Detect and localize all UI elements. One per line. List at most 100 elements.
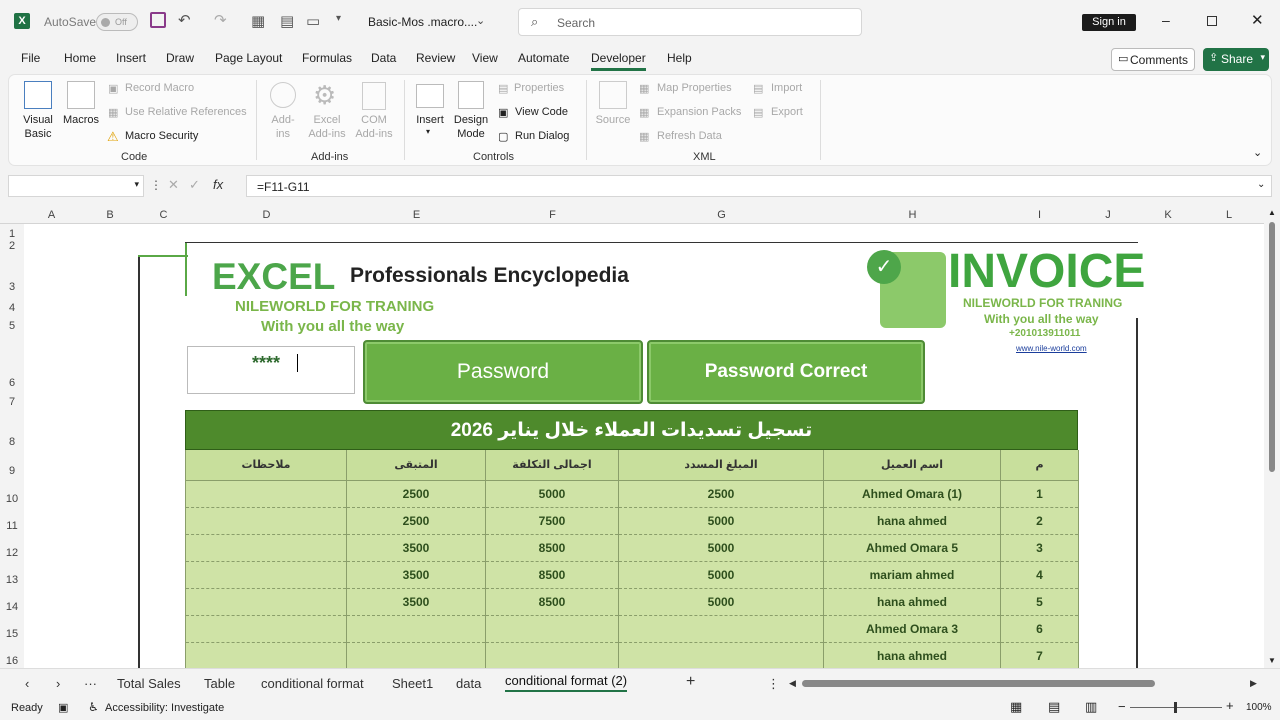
customize-qat-icon[interactable]: ▾ (336, 13, 341, 24)
expansion-packs-button[interactable]: Expansion Packs (657, 106, 741, 118)
worksheet[interactable]: EXCEL Professionals Encyclopedia NILEWOR… (24, 224, 1264, 668)
row-header[interactable]: 9 (0, 465, 24, 477)
addins-button[interactable]: Add-ins (265, 113, 301, 141)
zoom-slider-thumb[interactable] (1174, 702, 1177, 713)
cell-remaining[interactable]: 3500 (346, 561, 486, 589)
new-doc-icon[interactable]: ▤ (280, 12, 294, 30)
cell-number[interactable]: 1 (1000, 480, 1079, 508)
cell-paid[interactable] (618, 642, 824, 668)
excel-addins-button[interactable]: Excel Add-ins (304, 113, 350, 141)
cell-remaining[interactable] (346, 642, 486, 668)
column-header[interactable]: G (619, 209, 824, 221)
xml-source-button[interactable]: Source (593, 113, 633, 127)
row-header[interactable]: 1 (0, 228, 24, 240)
header-total-cost[interactable]: اجمالى التكلفة (485, 450, 619, 481)
scrollbar-thumb[interactable] (1269, 222, 1275, 472)
password-input[interactable]: **** (187, 346, 355, 394)
cell-total-cost[interactable]: 7500 (485, 507, 619, 535)
tab-help[interactable]: Help (667, 51, 692, 65)
tab-splitter-icon[interactable]: ⋮ (767, 676, 780, 692)
more-sheets-icon[interactable]: ··· (84, 676, 97, 691)
horizontal-scrollbar-thumb[interactable] (802, 680, 1155, 687)
undo-icon[interactable]: ↶ (178, 11, 191, 29)
column-header[interactable]: J (1078, 209, 1138, 221)
row-header[interactable]: 7 (0, 396, 24, 408)
normal-view-icon[interactable]: ▦ (1010, 699, 1022, 715)
map-properties-button[interactable]: Map Properties (657, 82, 732, 94)
cell-customer[interactable]: Ahmed Omara (1) (823, 480, 1001, 508)
row-header[interactable]: 6 (0, 377, 24, 389)
row-header[interactable]: 12 (0, 547, 24, 559)
cell-total-cost[interactable] (485, 642, 619, 668)
sheet-tab-conditional-format-2[interactable]: conditional format (2) (505, 673, 628, 692)
row-header[interactable]: 15 (0, 628, 24, 640)
row-header[interactable]: 16 (0, 655, 24, 667)
column-header[interactable]: C (141, 209, 186, 221)
cancel-icon[interactable]: ✕ (168, 177, 179, 193)
refresh-data-button[interactable]: Refresh Data (657, 130, 722, 142)
form-icon[interactable]: ▦ (251, 12, 265, 30)
cell-total-cost[interactable]: 8500 (485, 588, 619, 616)
more-options-icon[interactable]: ⋮ (150, 178, 162, 192)
tab-developer[interactable]: Developer (591, 51, 646, 71)
tab-home[interactable]: Home (64, 51, 96, 65)
column-header[interactable]: F (486, 209, 619, 221)
column-header[interactable]: K (1138, 209, 1198, 221)
tab-automate[interactable]: Automate (518, 51, 569, 65)
cell-paid[interactable]: 2500 (618, 480, 824, 508)
name-box[interactable]: ▾ (8, 175, 144, 197)
cell-total-cost[interactable] (485, 615, 619, 643)
scroll-right-icon[interactable]: ▶ (1250, 678, 1257, 689)
row-header[interactable]: 14 (0, 601, 24, 613)
cell-number[interactable]: 6 (1000, 615, 1079, 643)
sheet-tab-conditional-format[interactable]: conditional format (261, 676, 364, 691)
website-link[interactable]: www.nile-world.com (1016, 344, 1087, 353)
tab-draw[interactable]: Draw (166, 51, 194, 65)
search-input[interactable]: ⌕ Search (518, 8, 862, 36)
document-title[interactable]: Basic-Mos .macro.... (368, 15, 477, 29)
redo-icon[interactable]: ↷ (214, 11, 227, 29)
header-remaining[interactable]: المتبقى (346, 450, 486, 481)
row-header[interactable]: 5 (0, 320, 24, 332)
save-icon[interactable] (150, 12, 166, 28)
column-header[interactable]: B (79, 209, 141, 221)
design-mode-button[interactable]: Design Mode (451, 113, 491, 141)
cell-paid[interactable]: 5000 (618, 507, 824, 535)
import-button[interactable]: Import (771, 82, 802, 94)
scroll-left-icon[interactable]: ◀ (789, 678, 796, 689)
vertical-scrollbar[interactable]: ▲ ▼ (1264, 206, 1280, 668)
record-macro-button[interactable]: Record Macro (125, 82, 194, 94)
column-header[interactable]: A (24, 209, 79, 221)
cell-customer[interactable]: hana ahmed (823, 588, 1001, 616)
row-header[interactable]: 4 (0, 302, 24, 314)
scroll-down-icon[interactable]: ▼ (1268, 656, 1276, 665)
cell-customer[interactable]: hana ahmed (823, 507, 1001, 535)
cell-number[interactable]: 3 (1000, 534, 1079, 562)
column-header[interactable]: L (1198, 209, 1260, 221)
row-header[interactable]: 2 (0, 240, 24, 252)
accessibility-status[interactable]: Accessibility: Investigate (105, 702, 224, 714)
cell-total-cost[interactable]: 8500 (485, 534, 619, 562)
row-header[interactable]: 8 (0, 436, 24, 448)
insert-control-button[interactable]: Insert (412, 113, 448, 127)
macro-record-icon[interactable]: ▣ (58, 701, 68, 714)
autosave-toggle[interactable]: Off (96, 13, 138, 31)
cell-customer[interactable]: Ahmed Omara 3 (823, 615, 1001, 643)
cell-paid[interactable]: 5000 (618, 561, 824, 589)
zoom-level[interactable]: 100% (1246, 702, 1272, 713)
sheet-tab-data[interactable]: data (456, 676, 481, 691)
header-paid-amount[interactable]: المبلغ المسدد (618, 450, 824, 481)
tab-insert[interactable]: Insert (116, 51, 146, 65)
export-button[interactable]: Export (771, 106, 803, 118)
insert-function-icon[interactable]: fx (213, 177, 223, 192)
macros-button[interactable]: Macros (60, 113, 102, 127)
page-layout-view-icon[interactable]: ▤ (1048, 699, 1060, 715)
tab-data[interactable]: Data (371, 51, 396, 65)
cell-total-cost[interactable]: 8500 (485, 561, 619, 589)
share-button[interactable]: ⇪ Share ▾ (1203, 48, 1269, 71)
expand-formula-icon[interactable]: ⌄ (1257, 179, 1265, 190)
page-break-view-icon[interactable]: ▥ (1085, 699, 1097, 715)
open-folder-icon[interactable]: ▭ (306, 12, 320, 30)
cell-paid[interactable]: 5000 (618, 588, 824, 616)
visual-basic-button[interactable]: Visual Basic (18, 113, 58, 141)
